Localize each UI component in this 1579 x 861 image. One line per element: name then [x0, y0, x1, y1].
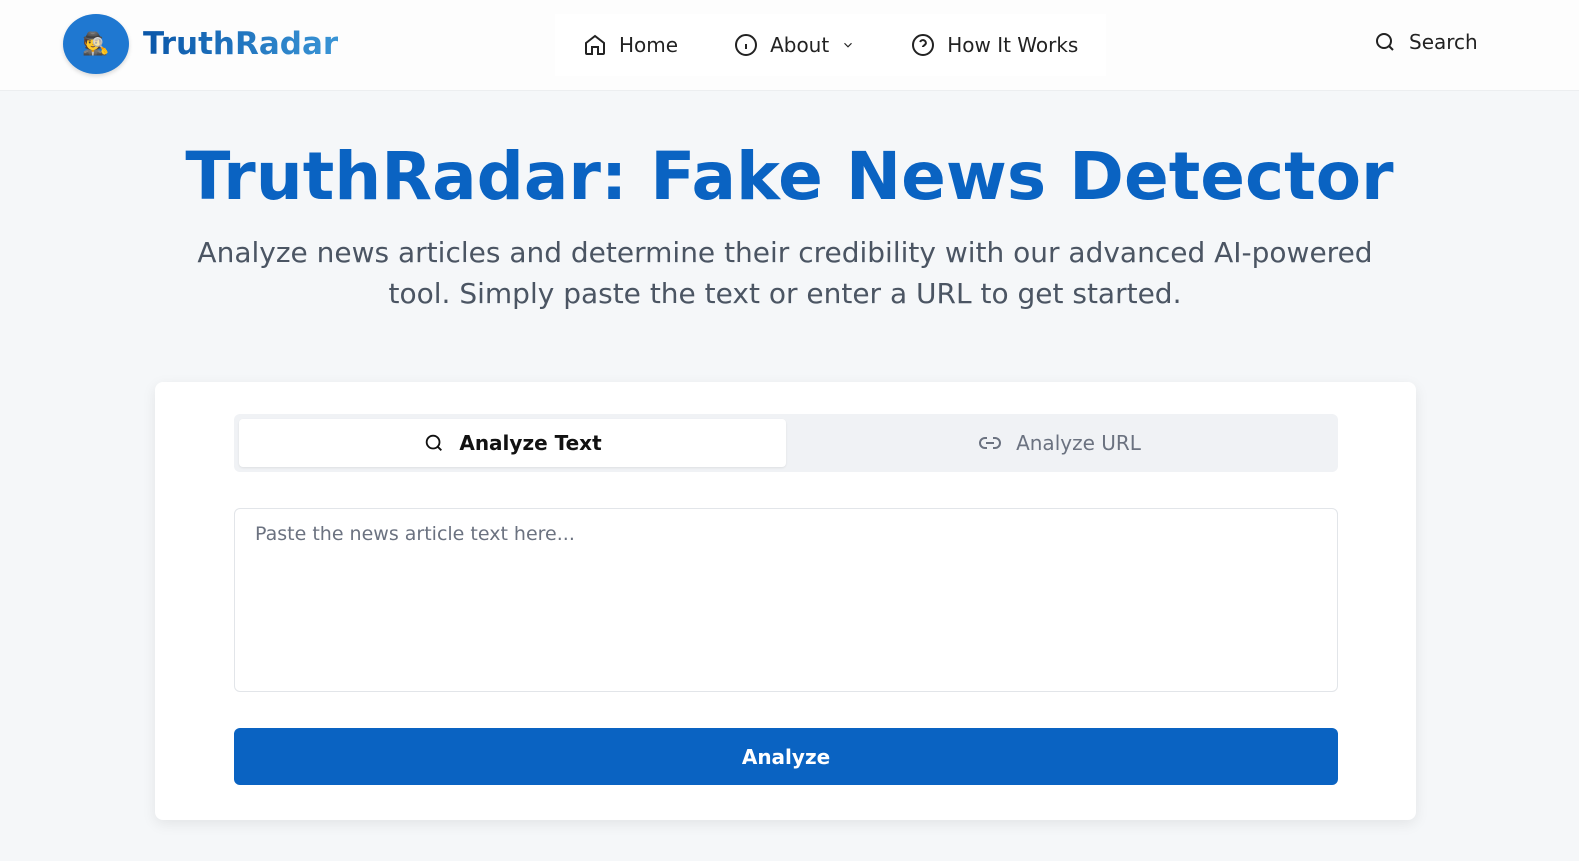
- analyze-button[interactable]: Analyze: [234, 728, 1338, 785]
- page-subtitle: Analyze news articles and determine thei…: [197, 236, 1373, 310]
- logo-text: TruthRadar: [143, 26, 339, 62]
- detective-icon: 🕵️: [63, 14, 129, 74]
- search-icon: [1376, 33, 1394, 51]
- home-icon: [585, 34, 605, 55]
- search-label: Search: [1409, 30, 1478, 54]
- main-nav: Home About How It Works: [555, 14, 1107, 76]
- nav-about[interactable]: About: [706, 14, 884, 76]
- link-icon: [979, 437, 1002, 449]
- search-button[interactable]: Search: [1373, 30, 1478, 54]
- chevron-down-icon: [844, 42, 853, 48]
- tab-label: Analyze URL: [1016, 431, 1141, 455]
- nav-about-label: About: [770, 33, 830, 57]
- logo[interactable]: 🕵️ TruthRadar: [63, 14, 338, 74]
- analyzer-card: Analyze Text Analyze URL Analyze: [155, 382, 1416, 820]
- tab-label: Analyze Text: [459, 431, 602, 455]
- search-icon: [426, 434, 443, 451]
- info-icon: [735, 34, 758, 56]
- page-title: TruthRadar: Fake News Detector: [185, 138, 1394, 215]
- nav-home[interactable]: Home: [555, 14, 707, 76]
- tab-analyze-url[interactable]: Analyze URL: [786, 419, 1333, 467]
- header: 🕵️ TruthRadar Home About How It Works Se…: [0, 0, 1579, 91]
- nav-how-it-works[interactable]: How It Works: [883, 14, 1107, 76]
- nav-home-label: Home: [619, 33, 679, 57]
- analyze-tabs: Analyze Text Analyze URL: [234, 414, 1338, 472]
- nav-how-label: How It Works: [947, 33, 1079, 57]
- tab-analyze-text[interactable]: Analyze Text: [239, 419, 786, 467]
- help-circle-icon: [912, 34, 935, 56]
- article-text-input[interactable]: [234, 508, 1338, 692]
